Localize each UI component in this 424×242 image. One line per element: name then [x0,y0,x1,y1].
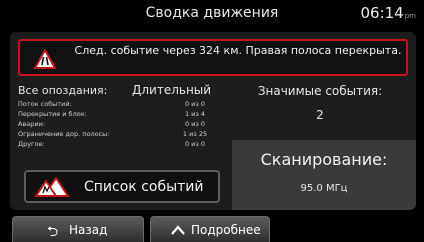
scan-frequency: 95.0 МГц [300,183,348,194]
stat-value: 1 из 25 [182,130,208,138]
event-list-button[interactable]: Список событий [24,170,220,203]
stat-label: Перекрытие и блок: [18,110,87,118]
chevron-up-icon [171,225,185,235]
stat-row: Ограничение дор. полосы: 1 из 25 [18,129,218,139]
event-list-label: Список событий [84,179,204,195]
stat-label: Ограничение дор. полосы: [18,130,110,138]
stat-row: Аварии: 0 из 0 [18,119,218,129]
delay-label: Все опоздания: [18,84,108,97]
clock-suffix: pm [404,12,416,20]
clock: 06:14pm [361,4,417,22]
stat-label: Другое: [18,140,45,148]
stat-value: 1 из 4 [184,110,206,118]
stat-label: Поток событий: [18,100,72,108]
event-stats-list: Поток событий: 0 из 0 Перекрытие и блок:… [18,99,218,149]
stat-value: 0 из 0 [184,140,206,148]
road-narrows-warning-icon [34,49,56,69]
back-arrow-icon: ⮌ [47,224,59,240]
more-label: Подробнее [191,223,261,237]
clock-time: 06:14 [360,4,404,22]
back-label: Назад [69,223,108,237]
stat-value: 0 из 0 [184,120,206,128]
scan-label: Сканирование: [260,150,388,169]
more-button[interactable]: Подробнее [150,216,270,242]
traffic-warning-icon [34,177,70,197]
stat-label: Аварии: [18,120,46,128]
next-event-alert[interactable]: След. событие через 324 км. Правая полос… [18,39,408,76]
delay-value: Длительный [132,83,212,97]
stat-row: Перекрытие и блок: 1 из 4 [18,109,218,119]
stat-value: 0 из 0 [184,100,206,108]
back-button[interactable]: ⮌ Назад [12,216,144,242]
delay-row: Все опоздания: Длительный [18,83,218,98]
significant-events-count: 2 [316,108,324,122]
stat-row: Поток событий: 0 из 0 [18,99,218,109]
significant-events-label: Значимые события: [257,84,383,98]
alert-text: След. событие через 324 км. Правая полос… [74,44,402,57]
stat-row: Другое: 0 из 0 [18,139,218,149]
